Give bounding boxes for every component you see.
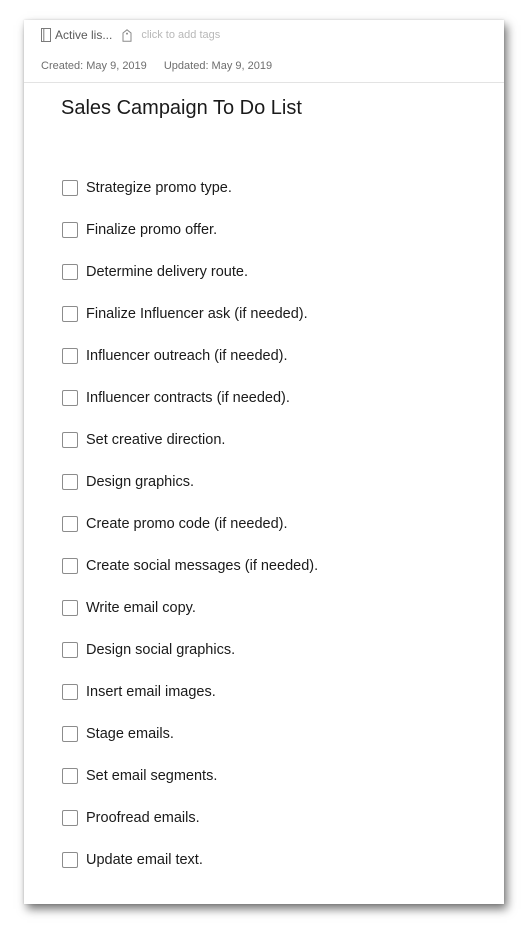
checkbox[interactable] — [62, 264, 78, 280]
notebook-icon[interactable] — [41, 28, 51, 42]
checklist-item: Stage emails. — [62, 713, 318, 755]
tag-icon[interactable] — [122, 28, 132, 42]
checkbox[interactable] — [62, 600, 78, 616]
checklist-item-label[interactable]: Strategize promo type. — [86, 180, 232, 196]
checklist-item-label[interactable]: Influencer contracts (if needed). — [86, 390, 290, 406]
checkbox[interactable] — [62, 474, 78, 490]
checklist-item-label[interactable]: Influencer outreach (if needed). — [86, 348, 288, 364]
checklist-item-label[interactable]: Proofread emails. — [86, 810, 200, 826]
notebook-name-link[interactable]: Active lis... — [55, 28, 112, 42]
checkbox[interactable] — [62, 684, 78, 700]
checkbox[interactable] — [62, 180, 78, 196]
screenshot-stage: Active lis... click to add tags Created:… — [0, 0, 528, 926]
checklist-item: Finalize promo offer. — [62, 209, 318, 251]
checkbox[interactable] — [62, 222, 78, 238]
checklist-item-label[interactable]: Set creative direction. — [86, 432, 225, 448]
checklist-item: Design graphics. — [62, 461, 318, 503]
checklist-item: Set email segments. — [62, 755, 318, 797]
checklist-item-label[interactable]: Insert email images. — [86, 684, 216, 700]
checklist-item: Influencer contracts (if needed). — [62, 377, 318, 419]
checkbox[interactable] — [62, 726, 78, 742]
checklist-item: Update email text. — [62, 839, 318, 881]
checklist-item-label[interactable]: Update email text. — [86, 852, 203, 868]
todo-checklist: Strategize promo type. Finalize promo of… — [62, 167, 318, 881]
checkbox[interactable] — [62, 768, 78, 784]
note-dates: Created: May 9, 2019 Updated: May 9, 201… — [41, 60, 272, 72]
checklist-item: Write email copy. — [62, 587, 318, 629]
checklist-item-label[interactable]: Write email copy. — [86, 600, 196, 616]
checkbox[interactable] — [62, 348, 78, 364]
checklist-item-label[interactable]: Finalize Influencer ask (if needed). — [86, 306, 308, 322]
created-date: Created: May 9, 2019 — [41, 60, 147, 72]
checklist-item: Proofread emails. — [62, 797, 318, 839]
checkbox[interactable] — [62, 852, 78, 868]
checkbox[interactable] — [62, 306, 78, 322]
add-tags-field[interactable]: click to add tags — [141, 29, 220, 41]
checklist-item: Design social graphics. — [62, 629, 318, 671]
checklist-item-label[interactable]: Create promo code (if needed). — [86, 516, 288, 532]
checklist-item: Strategize promo type. — [62, 167, 318, 209]
checklist-item-label[interactable]: Set email segments. — [86, 768, 217, 784]
checklist-item-label[interactable]: Design graphics. — [86, 474, 194, 490]
checklist-item: Influencer outreach (if needed). — [62, 335, 318, 377]
note-meta-row: Active lis... click to add tags — [41, 26, 220, 44]
checkbox[interactable] — [62, 810, 78, 826]
checklist-item: Create social messages (if needed). — [62, 545, 318, 587]
checklist-item-label[interactable]: Stage emails. — [86, 726, 174, 742]
checklist-item-label[interactable]: Finalize promo offer. — [86, 222, 217, 238]
checkbox[interactable] — [62, 558, 78, 574]
checklist-item: Insert email images. — [62, 671, 318, 713]
checkbox[interactable] — [62, 516, 78, 532]
header-divider — [24, 82, 504, 83]
checkbox[interactable] — [62, 642, 78, 658]
checklist-item: Set creative direction. — [62, 419, 318, 461]
checklist-item: Finalize Influencer ask (if needed). — [62, 293, 318, 335]
checkbox[interactable] — [62, 390, 78, 406]
checklist-item: Determine delivery route. — [62, 251, 318, 293]
updated-date: Updated: May 9, 2019 — [163, 60, 273, 72]
note-title[interactable]: Sales Campaign To Do List — [61, 97, 302, 120]
checklist-item-label[interactable]: Design social graphics. — [86, 642, 235, 658]
checklist-item: Create promo code (if needed). — [62, 503, 318, 545]
note-card: Active lis... click to add tags Created:… — [24, 20, 504, 904]
checkbox[interactable] — [62, 432, 78, 448]
checklist-item-label[interactable]: Determine delivery route. — [86, 264, 248, 280]
checklist-item-label[interactable]: Create social messages (if needed). — [86, 558, 318, 574]
